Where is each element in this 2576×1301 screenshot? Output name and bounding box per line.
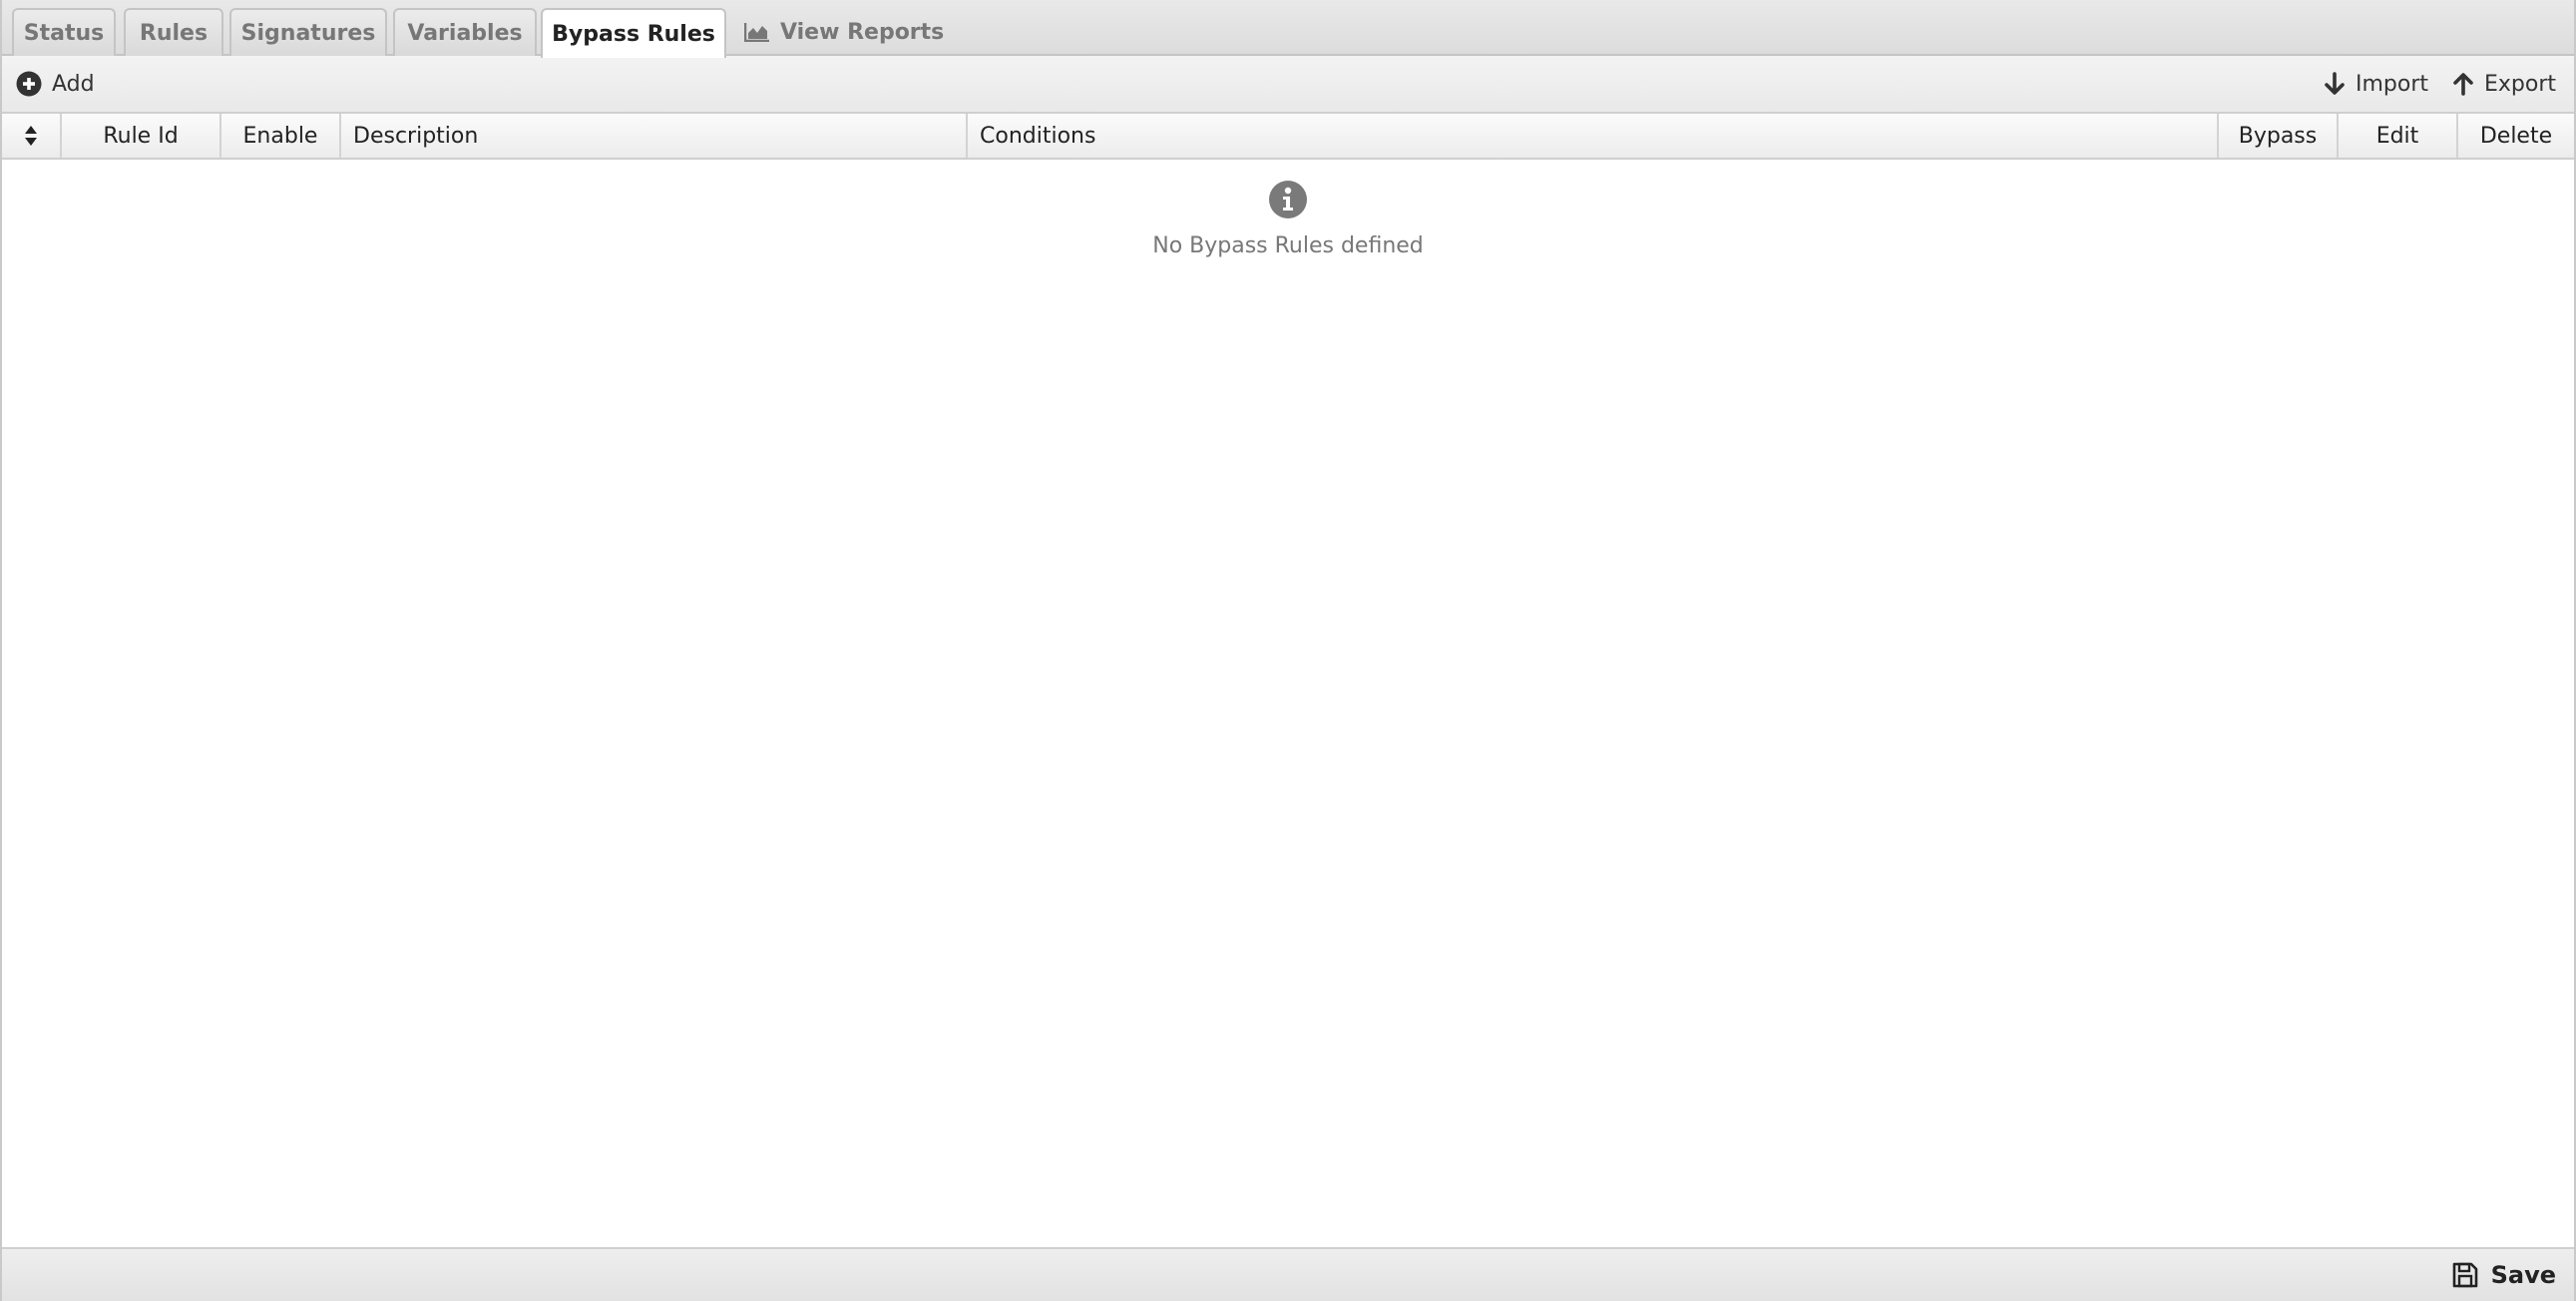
- plus-circle-icon: [16, 71, 42, 97]
- column-header-rule-id-label: Rule Id: [103, 123, 179, 149]
- column-header-description-label: Description: [353, 123, 479, 149]
- empty-message: No Bypass Rules defined: [1152, 233, 1424, 258]
- export-button-label: Export: [2483, 71, 2556, 97]
- bypass-rules-panel: Status Rules Signatures Variables Bypass…: [0, 0, 2576, 1301]
- sort-column-header[interactable]: [2, 114, 62, 158]
- column-header-conditions-label: Conditions: [980, 123, 1096, 149]
- column-header-enable[interactable]: Enable: [221, 114, 341, 158]
- tab-bypass-rules[interactable]: Bypass Rules: [541, 8, 726, 58]
- arrow-up-icon: [2453, 73, 2473, 96]
- column-header-delete[interactable]: Delete: [2458, 114, 2574, 158]
- export-button[interactable]: Export: [2452, 56, 2556, 112]
- tab-variables-label: Variables: [407, 20, 523, 46]
- column-header-edit[interactable]: Edit: [2339, 114, 2458, 158]
- toolbar: Add Import Export: [2, 56, 2574, 114]
- tab-rules-label: Rules: [139, 20, 209, 46]
- area-chart-icon: [744, 22, 770, 42]
- tab-bypass-rules-label: Bypass Rules: [552, 21, 715, 47]
- tab-rules[interactable]: Rules: [124, 8, 223, 56]
- tab-view-reports-label: View Reports: [780, 19, 945, 45]
- column-header-delete-label: Delete: [2479, 123, 2553, 149]
- tab-signatures-label: Signatures: [240, 20, 376, 46]
- column-header-bypass[interactable]: Bypass: [2219, 114, 2339, 158]
- tab-variables[interactable]: Variables: [393, 8, 537, 56]
- column-header-edit-label: Edit: [2375, 123, 2419, 149]
- footer-bar: Save: [2, 1247, 2574, 1301]
- grid-header: Rule Id Enable Description Conditions By…: [2, 114, 2574, 160]
- column-header-description[interactable]: Description: [341, 114, 968, 158]
- tab-signatures[interactable]: Signatures: [229, 8, 387, 56]
- add-button[interactable]: Add: [16, 56, 95, 112]
- sort-icon: [25, 126, 37, 146]
- tab-status[interactable]: Status: [12, 8, 116, 56]
- tab-view-reports[interactable]: View Reports: [744, 8, 944, 56]
- column-header-rule-id[interactable]: Rule Id: [62, 114, 221, 158]
- tab-bar: Status Rules Signatures Variables Bypass…: [2, 0, 2574, 58]
- add-button-label: Add: [52, 71, 95, 97]
- save-button-label: Save: [2490, 1261, 2556, 1289]
- import-button[interactable]: Import: [2324, 56, 2428, 112]
- arrow-down-icon: [2325, 72, 2345, 95]
- tab-status-label: Status: [23, 20, 105, 46]
- floppy-disk-icon: [2452, 1262, 2477, 1288]
- column-header-bypass-label: Bypass: [2238, 123, 2318, 149]
- import-button-label: Import: [2355, 71, 2428, 97]
- column-header-enable-label: Enable: [242, 123, 318, 149]
- empty-state: No Bypass Rules defined: [2, 180, 2574, 258]
- column-header-conditions[interactable]: Conditions: [968, 114, 2219, 158]
- save-button[interactable]: Save: [2451, 1249, 2556, 1301]
- info-circle-icon: [1269, 181, 1307, 218]
